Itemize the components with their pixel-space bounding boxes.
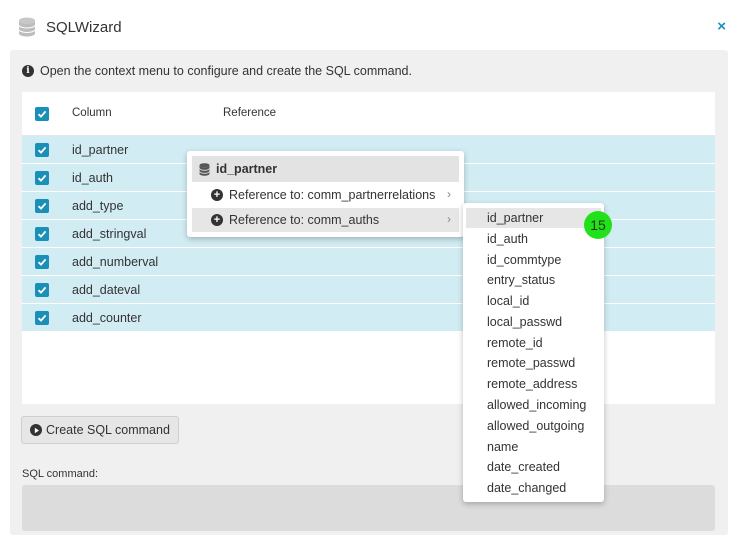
row-checkbox[interactable] [35,143,49,157]
menu-item-label: Reference to: comm_auths [229,213,380,227]
sql-command-output[interactable] [22,485,715,531]
submenu-item-remote-passwd[interactable]: remote_passwd [466,353,601,373]
row-checkbox[interactable] [35,283,49,297]
submenu-item-name[interactable]: name [466,437,601,457]
row-checkbox[interactable] [35,255,49,269]
create-sql-button[interactable]: Create SQL command [21,416,179,444]
column-header[interactable]: Column [72,107,112,119]
column-name: add_counter [72,311,142,325]
window-title: SQLWizard [46,19,122,36]
step-badge: 15 [584,211,612,239]
submenu-item-allowed-incoming[interactable]: allowed_incoming [466,395,601,415]
table-header: Column Reference [22,92,715,136]
column-name: add_numberval [72,255,159,269]
submenu-item-local-passwd[interactable]: local_passwd [466,312,601,332]
submenu-item-allowed-outgoing[interactable]: allowed_outgoing [466,416,601,436]
plus-circle-icon: + [211,189,223,201]
submenu-item-local-id[interactable]: local_id [466,291,601,311]
submenu-item-date-created[interactable]: date_created [466,457,601,477]
menu-item-reference-comm-auths[interactable]: + Reference to: comm_auths › [192,208,459,232]
context-menu-header: id_partner [192,156,459,182]
submenu-item-id-auth[interactable]: id_auth [466,229,601,249]
column-name: add_dateval [72,283,141,297]
chevron-right-icon: › [447,212,451,226]
title-bar: SQLWizard × [0,0,738,50]
row-checkbox[interactable] [35,311,49,325]
column-name: add_stringval [72,227,147,241]
table-row[interactable]: add_numberval [22,248,715,276]
context-menu: id_partner + Reference to: comm_partnerr… [187,151,464,237]
submenu-item-remote-id[interactable]: remote_id [466,333,601,353]
plus-circle-icon: + [211,214,223,226]
check-icon [37,146,47,154]
columns-table: Column Reference id_partner id_auth add_… [22,92,715,404]
table-row[interactable]: add_counter [22,304,715,332]
submenu-item-id-commtype[interactable]: id_commtype [466,250,601,270]
submenu-item-id-partner[interactable]: id_partner [466,208,601,228]
row-checkbox[interactable] [35,171,49,185]
info-message: i Open the context menu to configure and… [22,64,412,78]
column-name: add_type [72,199,124,213]
column-name: id_partner [72,143,129,157]
database-icon [199,163,210,176]
select-all-checkbox[interactable] [35,107,49,121]
play-circle-icon [30,424,42,436]
check-icon [37,258,47,266]
reference-submenu: id_partner id_auth id_commtype entry_sta… [463,203,604,502]
check-icon [37,110,47,118]
info-icon: i [22,65,34,77]
menu-item-label: Reference to: comm_partnerrelations [229,188,436,202]
check-icon [37,314,47,322]
reference-header[interactable]: Reference [223,107,276,119]
context-menu-title: id_partner [216,162,278,176]
sql-command-label: SQL command: [22,468,99,480]
close-button[interactable]: × [717,18,726,35]
submenu-item-date-changed[interactable]: date_changed [466,478,601,498]
check-icon [37,174,47,182]
check-icon [37,202,47,210]
column-name: id_auth [72,171,114,185]
check-icon [37,230,47,238]
row-checkbox[interactable] [35,227,49,241]
row-checkbox[interactable] [35,199,49,213]
check-icon [37,286,47,294]
menu-item-reference-partnerrelations[interactable]: + Reference to: comm_partnerrelations › [192,183,459,207]
database-icon [18,17,36,37]
create-sql-label: Create SQL command [46,423,170,437]
info-text: Open the context menu to configure and c… [40,64,412,78]
table-row[interactable]: add_dateval [22,276,715,304]
chevron-right-icon: › [447,187,451,201]
submenu-item-remote-address[interactable]: remote_address [466,374,601,394]
submenu-item-entry-status[interactable]: entry_status [466,270,601,290]
